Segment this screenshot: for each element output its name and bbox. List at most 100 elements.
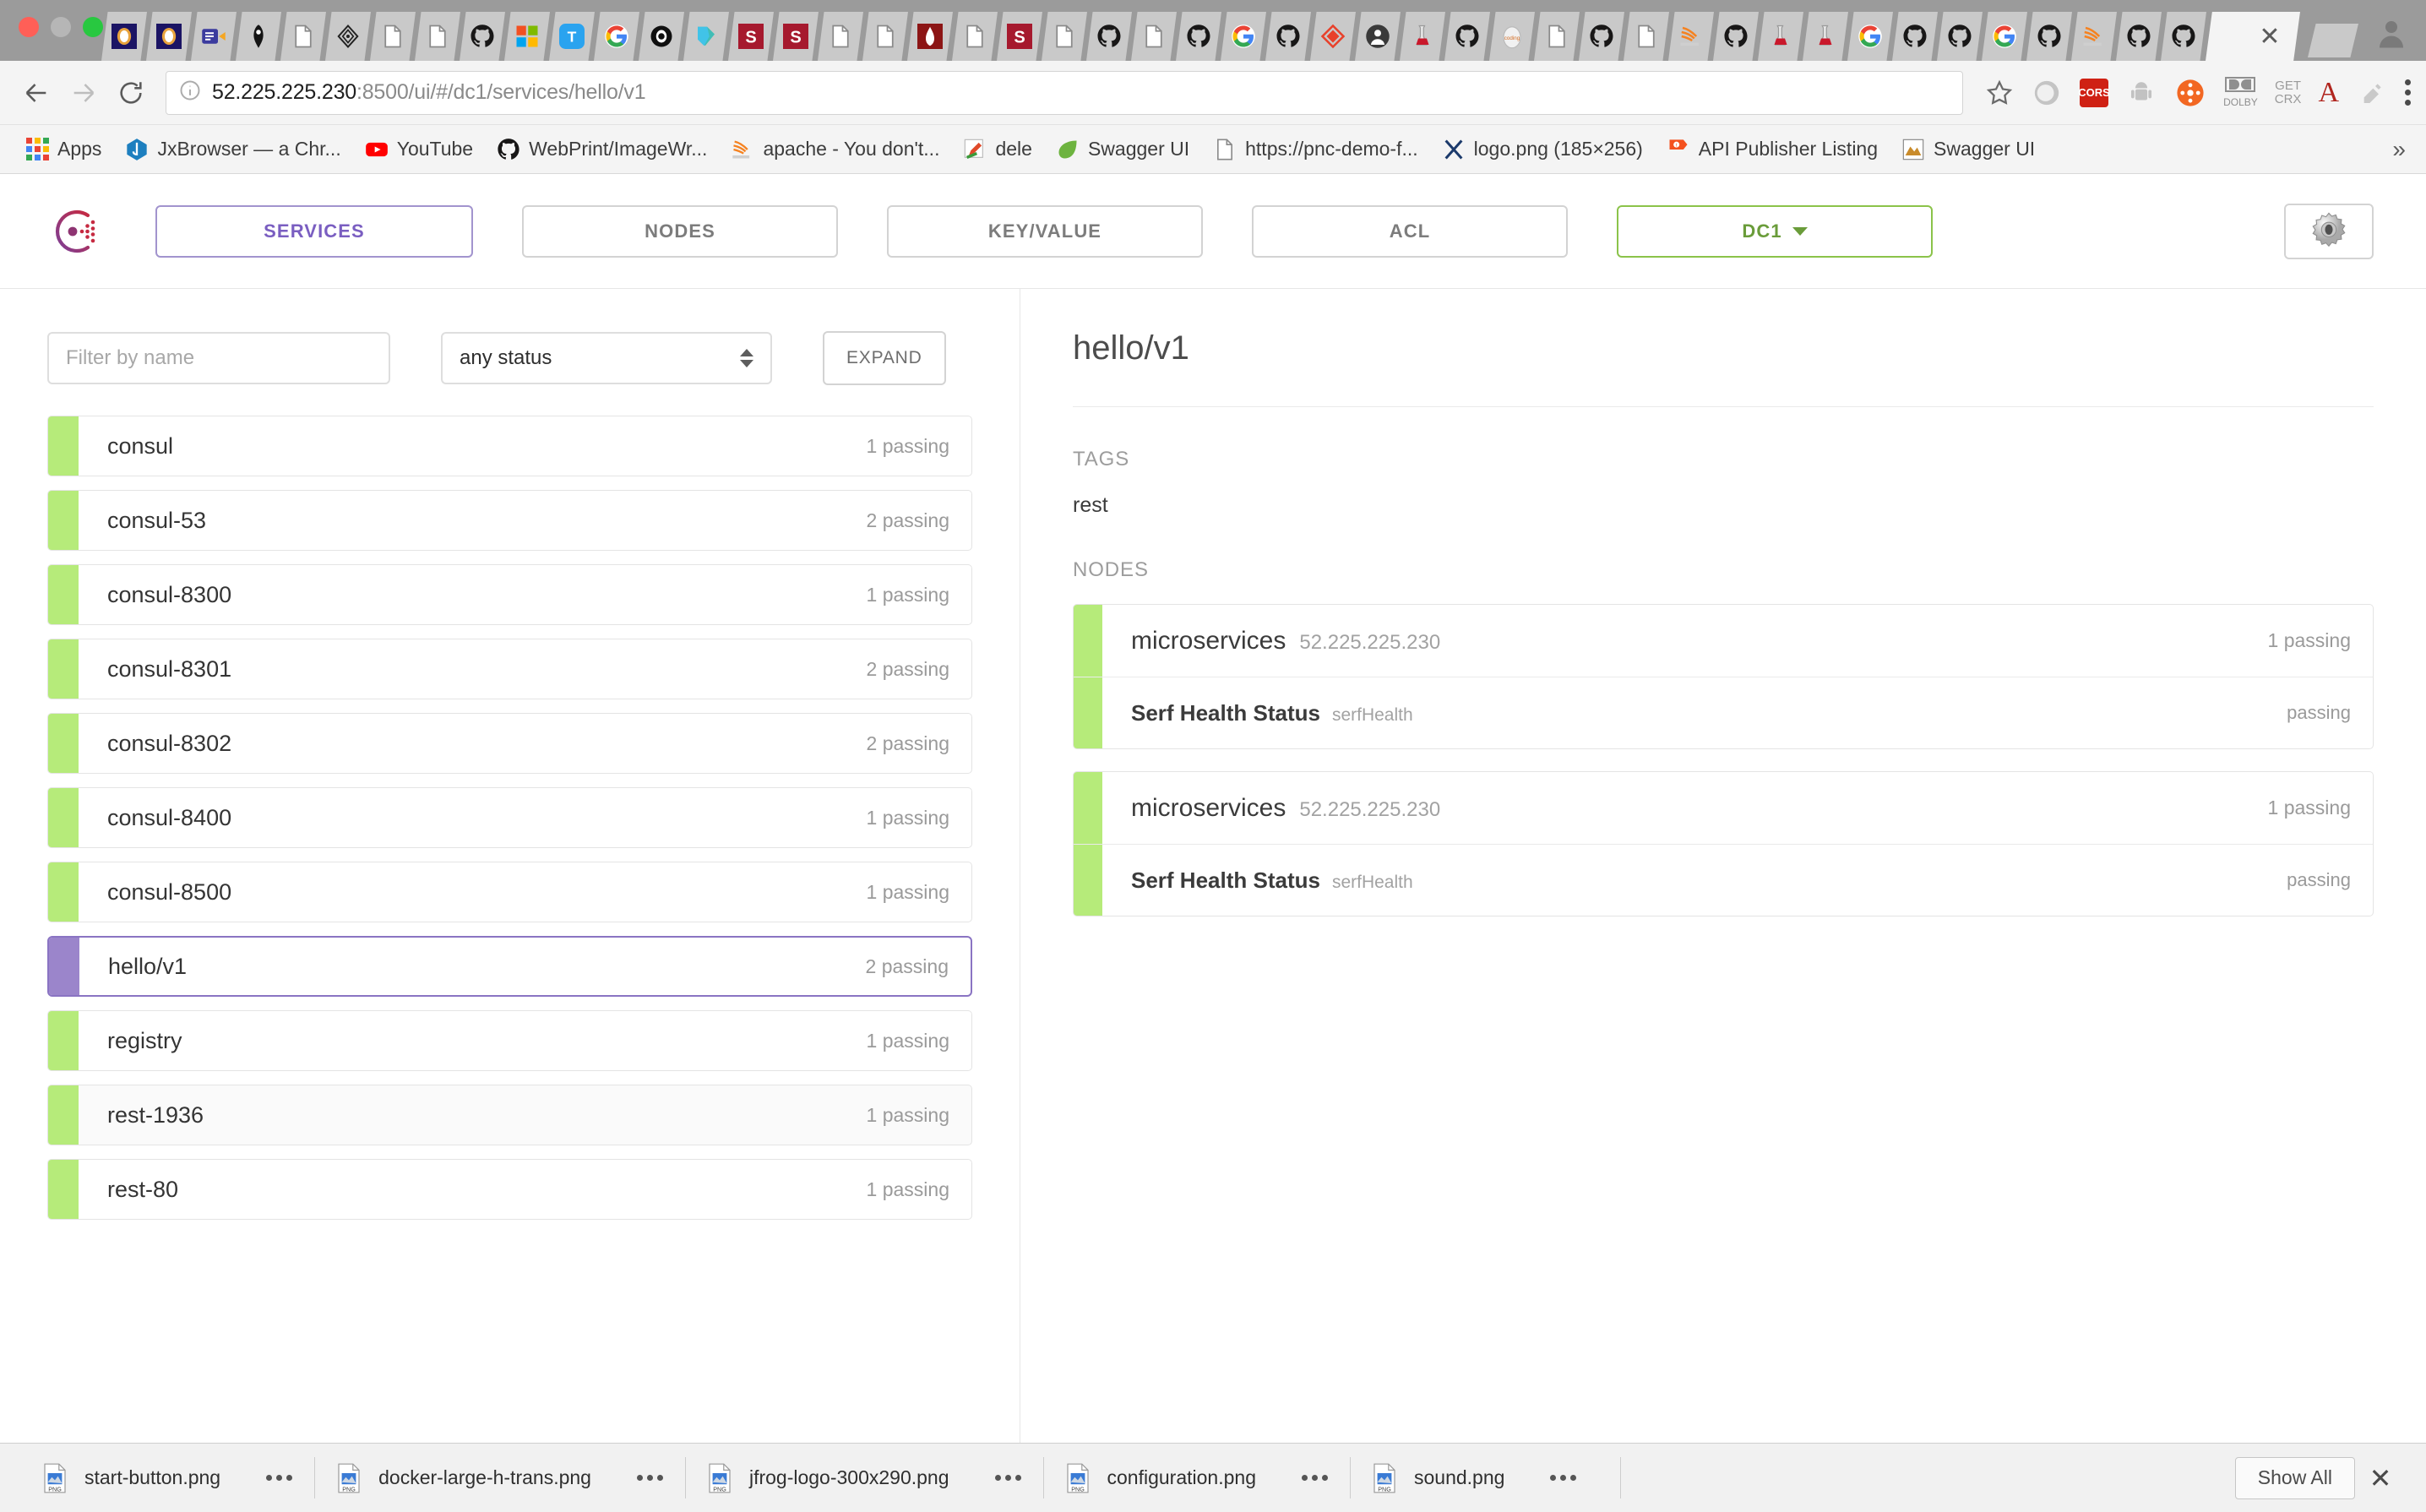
reload-icon[interactable]: [110, 72, 152, 114]
browser-tab[interactable]: [191, 12, 237, 61]
browser-tab[interactable]: [1624, 12, 1669, 61]
service-list-item[interactable]: hello/v1 2 passing: [47, 936, 972, 997]
service-list-item[interactable]: consul-8301 2 passing: [47, 639, 972, 699]
browser-tab[interactable]: [146, 12, 192, 61]
browser-tab[interactable]: coding: [1489, 12, 1535, 61]
site-info-icon[interactable]: [178, 79, 202, 106]
close-downloads-bar-button[interactable]: ✕: [2355, 1462, 2406, 1494]
bookmark-item[interactable]: logo.png (185×256): [1430, 138, 1655, 161]
bookmarks-overflow-button[interactable]: »: [2392, 136, 2412, 163]
browser-tab[interactable]: S: [997, 12, 1042, 61]
browser-tab[interactable]: [1713, 12, 1759, 61]
browser-tab[interactable]: [1086, 12, 1132, 61]
expand-button[interactable]: EXPAND: [823, 331, 946, 385]
browser-tab[interactable]: S: [728, 12, 774, 61]
health-check-row[interactable]: Serf Health Status serfHealth passing: [1074, 845, 2373, 916]
show-all-downloads-button[interactable]: Show All: [2234, 1456, 2355, 1499]
profile-avatar-icon[interactable]: [2374, 15, 2409, 55]
bookmark-item[interactable]: JxBrowser — a Chr...: [113, 138, 352, 161]
node-header[interactable]: microservices 52.225.225.230 1 passing: [1074, 772, 2373, 845]
browser-tab[interactable]: [415, 12, 460, 61]
browser-tab[interactable]: [1310, 12, 1356, 61]
health-check-row[interactable]: Serf Health Status serfHealth passing: [1074, 677, 2373, 748]
node-card[interactable]: microservices 52.225.225.230 1 passing Serf…: [1073, 771, 2374, 916]
service-list-item[interactable]: rest-80 1 passing: [47, 1159, 972, 1220]
service-list-item[interactable]: consul-8500 1 passing: [47, 862, 972, 922]
browser-tab[interactable]: [1803, 12, 1848, 61]
font-extension-icon[interactable]: A: [2318, 78, 2339, 107]
close-tab-icon[interactable]: ✕: [2259, 22, 2280, 52]
browser-tab[interactable]: [370, 12, 416, 61]
bookmark-item[interactable]: Apps: [14, 138, 113, 161]
address-bar[interactable]: 52.225.225.230:8500/ui/#/dc1/services/he…: [166, 70, 1964, 115]
service-list-item[interactable]: consul-53 2 passing: [47, 490, 972, 551]
bookmark-item[interactable]: Swagger UI: [1044, 138, 1201, 161]
bookmark-item[interactable]: dele: [951, 138, 1043, 161]
service-list-item[interactable]: rest-1936 1 passing: [47, 1085, 972, 1145]
browser-tab[interactable]: [1131, 12, 1177, 61]
download-menu-icon[interactable]: [266, 1475, 293, 1481]
browser-tab[interactable]: T: [549, 12, 595, 61]
cors-extension-icon[interactable]: CORS: [2078, 78, 2110, 107]
service-list-item[interactable]: registry 1 passing: [47, 1010, 972, 1071]
moon-extension-icon[interactable]: [2031, 77, 2063, 109]
browser-tab[interactable]: [818, 12, 863, 61]
browser-tab[interactable]: [1534, 12, 1580, 61]
get-crx-extension-icon[interactable]: GET CRX: [2275, 79, 2302, 106]
download-menu-icon[interactable]: [1301, 1475, 1328, 1481]
browser-tab[interactable]: [2116, 12, 2162, 61]
dolby-voice-extension-icon[interactable]: DOLBY: [2223, 76, 2258, 109]
download-item[interactable]: PNG start-button.png: [20, 1444, 314, 1512]
browser-tab[interactable]: [2161, 12, 2206, 61]
bookmark-item[interactable]: Swagger UI: [1890, 138, 2047, 161]
browser-tab[interactable]: [325, 12, 371, 61]
browser-tab[interactable]: [862, 12, 908, 61]
browser-tab[interactable]: [1265, 12, 1311, 61]
download-menu-icon[interactable]: [1550, 1475, 1577, 1481]
color-picker-extension-icon[interactable]: [2356, 77, 2388, 109]
browser-tab[interactable]: [1758, 12, 1803, 61]
browser-tab[interactable]: [1937, 12, 1983, 61]
browser-tab[interactable]: [2071, 12, 2117, 61]
browser-tab-active[interactable]: ✕: [2206, 12, 2300, 61]
tab-services[interactable]: SERVICES: [155, 204, 473, 258]
bookmark-item[interactable]: t API Publisher Listing: [1655, 138, 1890, 161]
browser-tab[interactable]: [1892, 12, 1938, 61]
bookmark-item[interactable]: apache - You don't...: [719, 138, 951, 161]
node-card[interactable]: microservices 52.225.225.230 1 passing Serf…: [1073, 604, 2374, 749]
consul-logo-icon[interactable]: [52, 208, 100, 255]
browser-tab[interactable]: [594, 12, 639, 61]
settings-button[interactable]: [2284, 203, 2374, 259]
download-menu-icon[interactable]: [994, 1475, 1021, 1481]
browser-tab[interactable]: [907, 12, 953, 61]
download-item[interactable]: PNG jfrog-logo-300x290.png: [684, 1444, 1043, 1512]
chrome-menu-icon[interactable]: [2405, 79, 2411, 106]
orange-node-extension-icon[interactable]: [2174, 77, 2206, 109]
download-item[interactable]: PNG configuration.png: [1042, 1444, 1350, 1512]
browser-tab[interactable]: [1982, 12, 2027, 61]
browser-tab[interactable]: [1221, 12, 1266, 61]
download-item[interactable]: PNG sound.png: [1349, 1444, 1598, 1512]
service-list-item[interactable]: consul-8300 1 passing: [47, 564, 972, 625]
android-extension-icon[interactable]: [2125, 77, 2157, 109]
service-list-item[interactable]: consul-8302 2 passing: [47, 713, 972, 774]
bookmark-item[interactable]: https://pnc-demo-f...: [1201, 138, 1430, 161]
browser-tab[interactable]: [1668, 12, 1714, 61]
browser-tab[interactable]: [1400, 12, 1445, 61]
browser-tab[interactable]: [2026, 12, 2072, 61]
browser-tab[interactable]: [1042, 12, 1087, 61]
back-arrow-icon[interactable]: [15, 72, 57, 114]
bookmark-star-icon[interactable]: [1977, 79, 2022, 107]
browser-tab[interactable]: [236, 12, 281, 61]
node-header[interactable]: microservices 52.225.225.230 1 passing: [1074, 605, 2373, 677]
minimize-window-button[interactable]: [51, 17, 71, 37]
bookmark-item[interactable]: YouTube: [353, 138, 485, 161]
service-list-item[interactable]: consul-8400 1 passing: [47, 787, 972, 848]
browser-tab[interactable]: [280, 12, 326, 61]
new-tab-button[interactable]: [2308, 24, 2358, 57]
browser-tab[interactable]: [952, 12, 998, 61]
maximize-window-button[interactable]: [83, 17, 103, 37]
browser-tab[interactable]: [1355, 12, 1401, 61]
download-item[interactable]: PNG docker-large-h-trans.png: [314, 1444, 685, 1512]
browser-tab[interactable]: [101, 12, 147, 61]
